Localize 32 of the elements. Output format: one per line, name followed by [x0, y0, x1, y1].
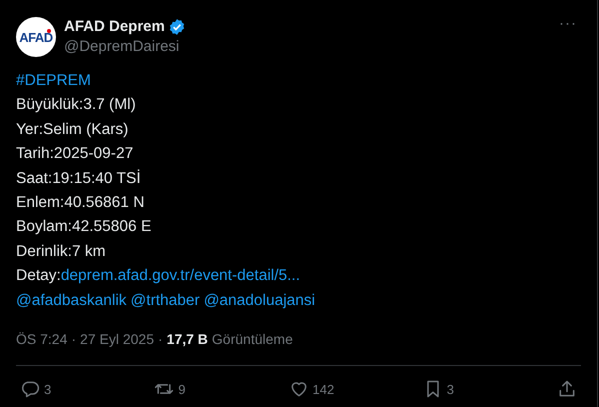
mention-link[interactable]: @afadbaskanlik — [16, 292, 127, 309]
mention-link[interactable]: @anadoluajansi — [204, 292, 316, 309]
mention-link[interactable]: @trthaber — [130, 292, 200, 309]
tweet-time[interactable]: ÖS 7:24 — [16, 331, 68, 348]
tweet-text-line: Yer:Selim (Kars) — [16, 120, 128, 138]
heart-icon — [288, 379, 308, 400]
tweet-text-line: Boylam:42.55806 E — [16, 218, 152, 236]
author-name[interactable]: AFAD Deprem — [64, 17, 165, 37]
separator-dot: · — [71, 331, 76, 348]
tweet-text-line: Detay:deprem.afad.gov.tr/event-detail/5... — [16, 267, 300, 284]
tweet-text-line: Tarih:2025-09-27 — [16, 145, 134, 162]
reply-button[interactable]: 3 — [20, 379, 110, 400]
speech-bubble-icon — [20, 379, 40, 400]
tweet-text-line: Derinlik:7 km — [16, 242, 106, 260]
tweet-date[interactable]: 27 Eyl 2025 — [80, 331, 154, 348]
views-label: Görüntüleme — [212, 331, 293, 348]
more-button[interactable]: ··· — [555, 15, 581, 32]
like-button[interactable]: 142 — [288, 379, 378, 400]
url-link[interactable]: deprem.afad.gov.tr/event-detail/5... — [60, 267, 300, 284]
share-button[interactable] — [557, 379, 577, 400]
repost-button[interactable]: 9 — [154, 379, 244, 400]
hashtag-link[interactable]: #DEPREM — [16, 72, 91, 89]
bookmark-button[interactable]: 3 — [422, 379, 513, 400]
tweet-text-line: Enlem:40.56861 N — [16, 194, 144, 212]
author-handle[interactable]: @DepremDairesi — [64, 37, 547, 57]
share-icon — [557, 379, 577, 400]
tweet-text-line: Saat:19:15:40 TSİ — [16, 170, 141, 187]
tweet-text-line: Büyüklük:3.7 (Ml) — [16, 96, 136, 114]
separator-dot: · — [158, 331, 163, 348]
view-count: 17,7 B — [166, 331, 208, 348]
avatar-logo-text: AFAD — [19, 30, 53, 44]
avatar[interactable]: AFAD — [16, 17, 56, 57]
